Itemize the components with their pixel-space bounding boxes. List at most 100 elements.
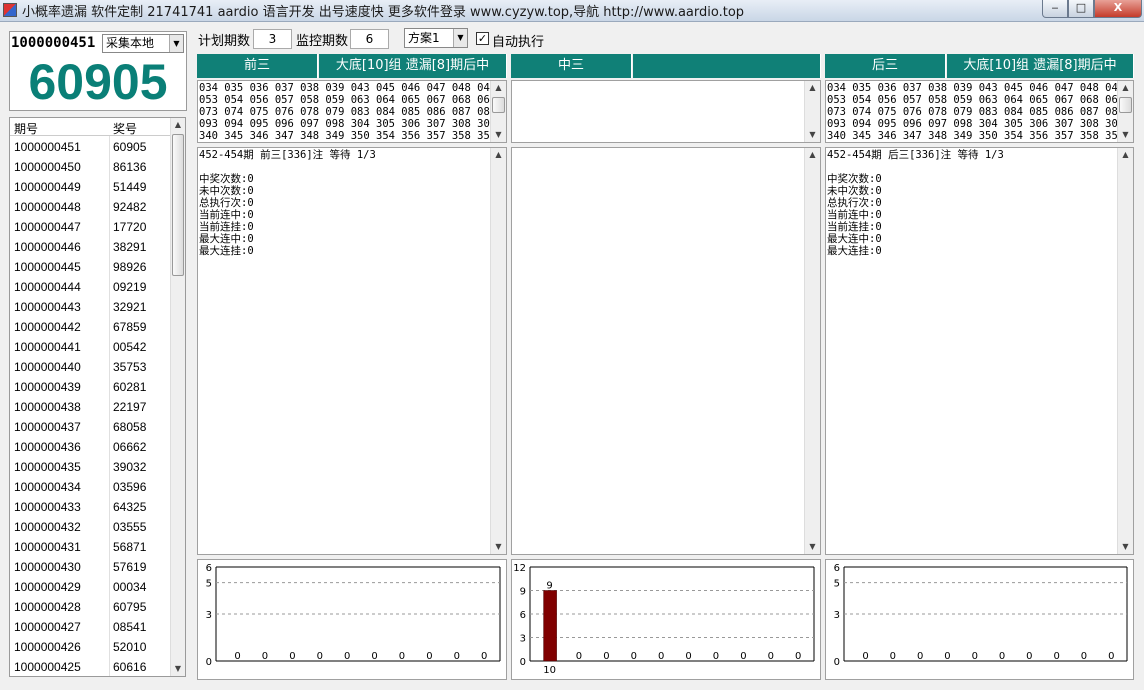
- back-log-scrollbar[interactable]: ▲ ▼: [1117, 148, 1133, 554]
- scroll-up-icon[interactable]: ▲: [491, 81, 506, 95]
- bar-value-label: 0: [576, 651, 582, 662]
- middle-log-pane[interactable]: ▲ ▼: [511, 147, 821, 555]
- history-row[interactable]: 1000000445 98926: [10, 257, 170, 277]
- history-row[interactable]: 1000000444 09219: [10, 277, 170, 297]
- front-chart-svg: 0 3 5 6 0 0 0 0 0 0 0 0 0 0: [206, 563, 501, 668]
- history-row[interactable]: 1000000451 60905: [10, 137, 170, 157]
- chevron-down-icon[interactable]: ▼: [169, 35, 183, 52]
- y-tick-label: 0: [834, 657, 840, 668]
- history-period: 1000000449: [14, 180, 81, 194]
- history-scrollbar[interactable]: ▲ ▼: [170, 118, 185, 676]
- scroll-down-icon[interactable]: ▼: [805, 540, 820, 554]
- bar-value-label: 0: [454, 651, 460, 662]
- header-prize[interactable]: 奖号: [113, 120, 137, 137]
- history-row[interactable]: 1000000446 38291: [10, 237, 170, 257]
- tab-middle[interactable]: 中三: [511, 54, 632, 78]
- history-row[interactable]: 1000000449 51449: [10, 177, 170, 197]
- bar-value-label: 0: [658, 651, 664, 662]
- front-log-pane[interactable]: 452-454期 前三[336]注 等待 1/3 中奖次数:0 未中次数:0 总…: [197, 147, 507, 555]
- history-row[interactable]: 1000000426 52010: [10, 637, 170, 657]
- tab-front[interactable]: 前三: [197, 54, 318, 78]
- history-row[interactable]: 1000000441 00542: [10, 337, 170, 357]
- history-prize: 09219: [113, 280, 147, 294]
- scroll-up-icon[interactable]: ▲: [171, 118, 185, 132]
- history-prize: 56871: [113, 540, 147, 554]
- history-period: 1000000443: [14, 300, 81, 314]
- monitor-periods-input[interactable]: 6: [350, 29, 389, 49]
- scroll-thumb[interactable]: [1119, 97, 1132, 113]
- front-numbers-pane[interactable]: 034 035 036 037 038 039 043 045 046 047 …: [197, 80, 507, 143]
- history-row[interactable]: 1000000450 86136: [10, 157, 170, 177]
- bar-value-label: 9: [546, 581, 552, 592]
- front-log: 452-454期 前三[336]注 等待 1/3 中奖次数:0 未中次数:0 总…: [199, 149, 376, 257]
- history-row[interactable]: 1000000447 17720: [10, 217, 170, 237]
- history-row[interactable]: 1000000431 56871: [10, 537, 170, 557]
- history-row[interactable]: 1000000429 00034: [10, 577, 170, 597]
- history-row[interactable]: 1000000435 39032: [10, 457, 170, 477]
- history-row[interactable]: 1000000439 60281: [10, 377, 170, 397]
- latest-draw-number: 60905: [28, 54, 168, 110]
- scheme-select-value: 方案1: [408, 31, 440, 45]
- bar-value-label: 0: [795, 651, 801, 662]
- scroll-up-icon[interactable]: ▲: [1118, 81, 1133, 95]
- scheme-select[interactable]: 方案1 ▼: [404, 28, 468, 48]
- history-row[interactable]: 1000000432 03555: [10, 517, 170, 537]
- bar: [543, 590, 557, 662]
- monitor-periods-label: 监控期数: [296, 34, 349, 49]
- history-row[interactable]: 1000000425 60616: [10, 657, 170, 676]
- bar-value-label: 0: [603, 651, 609, 662]
- history-period: 1000000426: [14, 640, 81, 654]
- back-numbers-scrollbar[interactable]: ▲ ▼: [1117, 81, 1133, 142]
- scroll-down-icon[interactable]: ▼: [491, 540, 506, 554]
- back-log-pane[interactable]: 452-454期 后三[336]注 等待 1/3 中奖次数:0 未中次数:0 总…: [825, 147, 1134, 555]
- history-row[interactable]: 1000000448 92482: [10, 197, 170, 217]
- history-prize: 08541: [113, 620, 147, 634]
- back-numbers-pane[interactable]: 034 035 036 037 038 039 043 045 046 047 …: [825, 80, 1134, 143]
- scroll-down-icon[interactable]: ▼: [1118, 540, 1133, 554]
- history-row[interactable]: 1000000433 64325: [10, 497, 170, 517]
- scroll-down-icon[interactable]: ▼: [805, 128, 820, 142]
- history-row[interactable]: 1000000430 57619: [10, 557, 170, 577]
- scroll-up-icon[interactable]: ▲: [805, 148, 820, 162]
- front-log-scrollbar[interactable]: ▲ ▼: [490, 148, 506, 554]
- title-bar: 小概率遗漏 软件定制 21741741 aardio 语言开发 出号速度快 更多…: [0, 0, 1144, 22]
- middle-log-scrollbar[interactable]: ▲ ▼: [804, 148, 820, 554]
- close-button[interactable]: X: [1094, 0, 1142, 18]
- history-row[interactable]: 1000000434 03596: [10, 477, 170, 497]
- history-row[interactable]: 1000000437 68058: [10, 417, 170, 437]
- scroll-up-icon[interactable]: ▲: [491, 148, 506, 162]
- history-row[interactable]: 1000000443 32921: [10, 297, 170, 317]
- source-select[interactable]: 采集本地 ▼: [102, 34, 184, 53]
- chevron-down-icon[interactable]: ▼: [453, 29, 467, 47]
- scroll-down-icon[interactable]: ▼: [171, 662, 185, 676]
- history-row[interactable]: 1000000438 22197: [10, 397, 170, 417]
- scroll-down-icon[interactable]: ▼: [491, 128, 506, 142]
- middle-numbers-scrollbar[interactable]: ▲ ▼: [804, 81, 820, 142]
- history-row[interactable]: 1000000427 08541: [10, 617, 170, 637]
- bar-value-label: 0: [972, 651, 978, 662]
- scroll-up-icon[interactable]: ▲: [805, 81, 820, 95]
- history-prize: 64325: [113, 500, 147, 514]
- minimize-button[interactable]: ‒: [1042, 0, 1068, 18]
- scroll-down-icon[interactable]: ▼: [1118, 128, 1133, 142]
- history-row[interactable]: 1000000442 67859: [10, 317, 170, 337]
- maximize-button[interactable]: □: [1068, 0, 1094, 18]
- tab-back[interactable]: 后三: [825, 54, 946, 78]
- plan-periods-input[interactable]: 3: [253, 29, 292, 49]
- history-row[interactable]: 1000000436 06662: [10, 437, 170, 457]
- bar-value-label: 0: [768, 651, 774, 662]
- history-list[interactable]: 期号 奖号 1000000451 60905 1000000450 86136 1000…: [9, 117, 186, 677]
- auto-exec-checkbox[interactable]: ✓: [476, 32, 489, 45]
- history-prize: 32921: [113, 300, 147, 314]
- scroll-up-icon[interactable]: ▲: [1118, 148, 1133, 162]
- history-prize: 60281: [113, 380, 147, 394]
- history-row[interactable]: 1000000440 35753: [10, 357, 170, 377]
- scroll-thumb[interactable]: [172, 134, 184, 276]
- front-numbers-scrollbar[interactable]: ▲ ▼: [490, 81, 506, 142]
- minimize-icon: ‒: [1051, 1, 1059, 14]
- scroll-thumb[interactable]: [492, 97, 505, 113]
- header-period[interactable]: 期号: [14, 120, 38, 137]
- history-row[interactable]: 1000000428 60795: [10, 597, 170, 617]
- middle-numbers-pane[interactable]: ▲ ▼: [511, 80, 821, 143]
- history-prize: 86136: [113, 160, 147, 174]
